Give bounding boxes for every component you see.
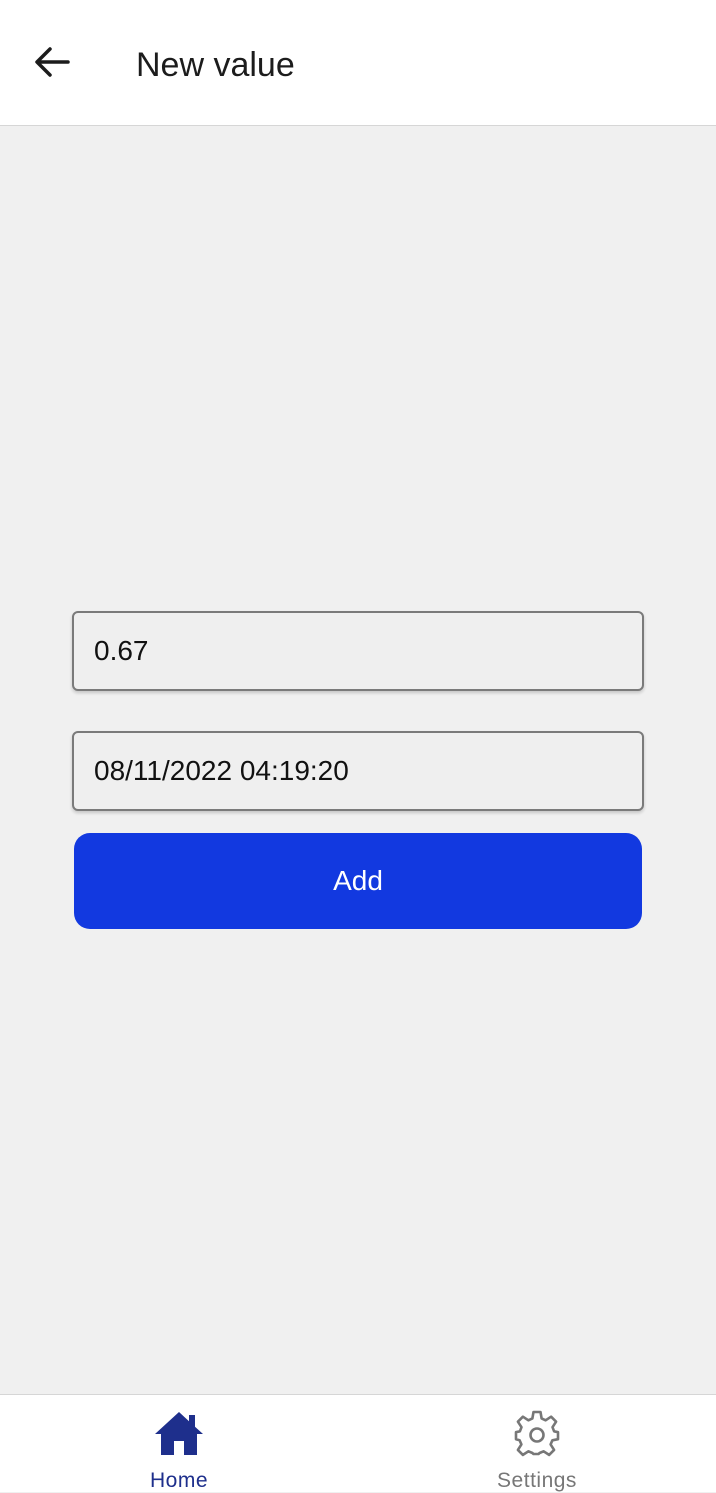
main-content: Add <box>0 126 716 1394</box>
page-title: New value <box>136 46 295 84</box>
gear-icon <box>512 1409 562 1457</box>
back-button[interactable] <box>26 38 78 90</box>
app-bar: New value <box>0 0 716 126</box>
tab-home[interactable]: Home <box>79 1395 279 1493</box>
tab-settings[interactable]: Settings <box>437 1395 637 1493</box>
add-button[interactable]: Add <box>74 833 642 929</box>
arrow-left-icon <box>34 46 70 83</box>
date-field[interactable] <box>72 731 644 811</box>
tab-settings-label: Settings <box>497 1469 577 1492</box>
value-input[interactable] <box>74 613 642 689</box>
value-field[interactable] <box>72 611 644 691</box>
bottom-tab-bar: Home Settings <box>0 1394 716 1492</box>
date-input[interactable] <box>74 733 642 809</box>
tab-home-label: Home <box>149 1469 209 1492</box>
home-icon <box>154 1409 204 1457</box>
